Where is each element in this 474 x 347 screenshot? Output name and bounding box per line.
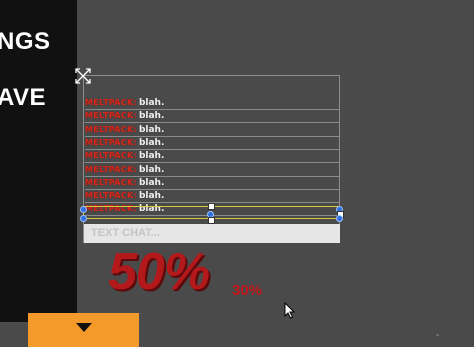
menu-item-settings[interactable]: NGS xyxy=(0,28,51,56)
game-editor-viewport: NGS AVE MELTPACK: blah. MELTPACK: blah. MELT… xyxy=(0,0,474,347)
resize-handle-bottom[interactable] xyxy=(208,217,215,224)
chat-text-input[interactable]: TEXT CHAT... xyxy=(84,224,340,243)
chat-player-name: MELTPACK: xyxy=(85,191,137,201)
chat-message-row: MELTPACK: blah. xyxy=(85,124,339,137)
resize-handle-top[interactable] xyxy=(208,203,215,210)
chat-message-text: blah. xyxy=(138,124,165,135)
menu-item-save[interactable]: AVE xyxy=(0,84,46,112)
chat-message-row: MELTPACK: blah. xyxy=(85,110,339,124)
decorative-dot xyxy=(436,334,439,336)
chat-player-name: MELTPACK: xyxy=(85,98,137,107)
health-percent-small: 30% xyxy=(232,282,263,299)
resize-handle-right-lower[interactable] xyxy=(336,215,343,222)
chat-message-text: blah. xyxy=(138,98,165,108)
chat-message-row: MELTPACK: blah. xyxy=(85,177,339,190)
move-arrows-icon[interactable] xyxy=(73,66,93,86)
chevron-down-icon xyxy=(76,323,92,332)
chat-message-text: blah. xyxy=(138,151,165,162)
chat-message-row: MELTPACK: blah. xyxy=(85,190,339,204)
chat-message-row: MELTPACK: blah. xyxy=(85,97,339,110)
chat-message-row: MELTPACK: blah. xyxy=(85,137,339,150)
resize-handle-left[interactable] xyxy=(80,206,87,213)
chat-message-text: blah. xyxy=(138,137,165,148)
chat-message-text: blah. xyxy=(138,111,165,122)
resize-handle-left-lower[interactable] xyxy=(80,215,87,222)
chat-message-row: MELTPACK: blah. xyxy=(85,164,339,177)
chat-player-name: MELTPACK: xyxy=(85,177,137,187)
chat-message-text: blah. xyxy=(138,191,165,202)
health-percent-large: 50% xyxy=(108,243,210,301)
chat-player-name: MELTPACK: xyxy=(85,111,137,121)
chat-player-name: MELTPACK: xyxy=(85,151,137,161)
chat-message-text: blah. xyxy=(138,177,165,188)
mouse-pointer-icon xyxy=(284,302,296,319)
chat-message-row: MELTPACK: blah. xyxy=(85,150,339,164)
chat-player-name: MELTPACK: xyxy=(85,137,137,147)
chat-player-name: MELTPACK: xyxy=(85,164,137,174)
side-menu-panel: NGS AVE xyxy=(0,0,77,322)
chat-message-text: blah. xyxy=(138,164,165,175)
chat-player-name: MELTPACK: xyxy=(85,124,137,134)
